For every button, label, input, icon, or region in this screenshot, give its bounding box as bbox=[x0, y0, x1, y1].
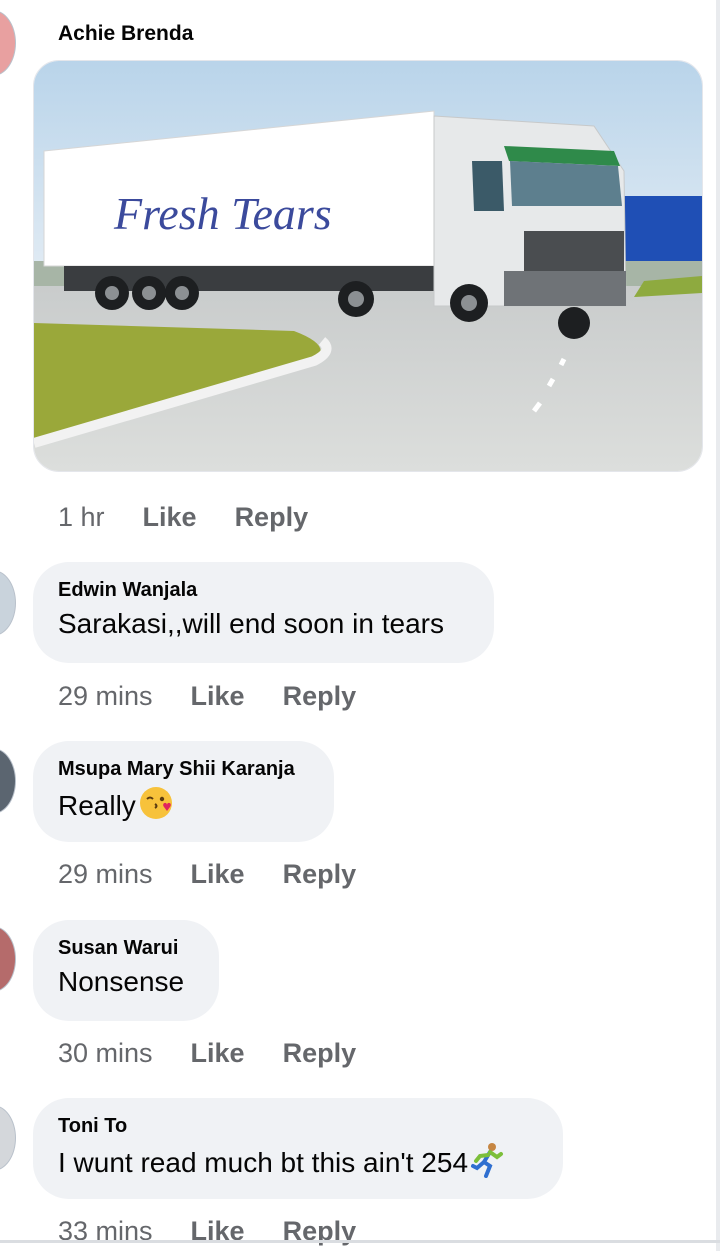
reply-button[interactable]: Reply bbox=[283, 1038, 357, 1069]
post-meta: 1 hr Like Reply bbox=[58, 502, 308, 533]
comment-text: I wunt read much bt this ain't 254 bbox=[58, 1146, 469, 1178]
comment-text-row: I wunt read much bt this ain't 254 bbox=[58, 1142, 537, 1187]
comment-text: Nonsense bbox=[58, 966, 185, 997]
like-button[interactable]: Like bbox=[191, 1038, 245, 1069]
avatar[interactable] bbox=[0, 748, 16, 814]
timestamp: 30 mins bbox=[58, 1038, 153, 1068]
comment-meta: 29 mins Like Reply bbox=[58, 681, 356, 712]
post-author-name[interactable]: Achie Brenda bbox=[58, 22, 193, 46]
page-edge bbox=[716, 0, 720, 1251]
avatar[interactable] bbox=[0, 570, 16, 636]
comment-text: Sarakasi,,will end soon in tears bbox=[58, 608, 444, 639]
timestamp: 29 mins bbox=[58, 859, 153, 889]
comment-text-row: Really bbox=[58, 785, 308, 830]
reply-button[interactable]: Reply bbox=[235, 502, 309, 533]
timestamp: 29 mins bbox=[58, 681, 153, 711]
timestamp: 1 hr bbox=[58, 502, 105, 532]
comment-author[interactable]: Susan Warui bbox=[58, 936, 193, 960]
truck-photo: Fresh Tears bbox=[34, 61, 702, 471]
comment-text: Really bbox=[58, 789, 136, 821]
comment-author[interactable]: Msupa Mary Shii Karanja bbox=[58, 757, 308, 781]
post-image[interactable]: Fresh Tears bbox=[33, 60, 703, 472]
comment-meta: 30 mins Like Reply bbox=[58, 1038, 356, 1069]
comment-author[interactable]: Edwin Wanjala bbox=[58, 578, 468, 602]
like-button[interactable]: Like bbox=[191, 681, 245, 712]
running-person-icon bbox=[470, 1142, 504, 1187]
comment-bubble: Msupa Mary Shii Karanja Really bbox=[33, 741, 334, 842]
comment-author[interactable]: Toni To bbox=[58, 1114, 537, 1138]
kissing-winking-emoji-icon bbox=[138, 785, 174, 830]
avatar[interactable] bbox=[0, 926, 16, 992]
comment-meta: 29 mins Like Reply bbox=[58, 859, 356, 890]
comment-bubble: Toni To I wunt read much bt this ain't 2… bbox=[33, 1098, 563, 1199]
avatar[interactable] bbox=[0, 1105, 16, 1171]
avatar[interactable] bbox=[0, 10, 16, 76]
reply-button[interactable]: Reply bbox=[283, 681, 357, 712]
comment-bubble: Edwin Wanjala Sarakasi,,will end soon in… bbox=[33, 562, 494, 663]
comment-bubble: Susan Warui Nonsense bbox=[33, 920, 219, 1021]
like-button[interactable]: Like bbox=[143, 502, 197, 533]
bottom-divider bbox=[0, 1240, 720, 1243]
reply-button[interactable]: Reply bbox=[283, 859, 357, 890]
like-button[interactable]: Like bbox=[191, 859, 245, 890]
truck-caption: Fresh Tears bbox=[113, 188, 332, 239]
